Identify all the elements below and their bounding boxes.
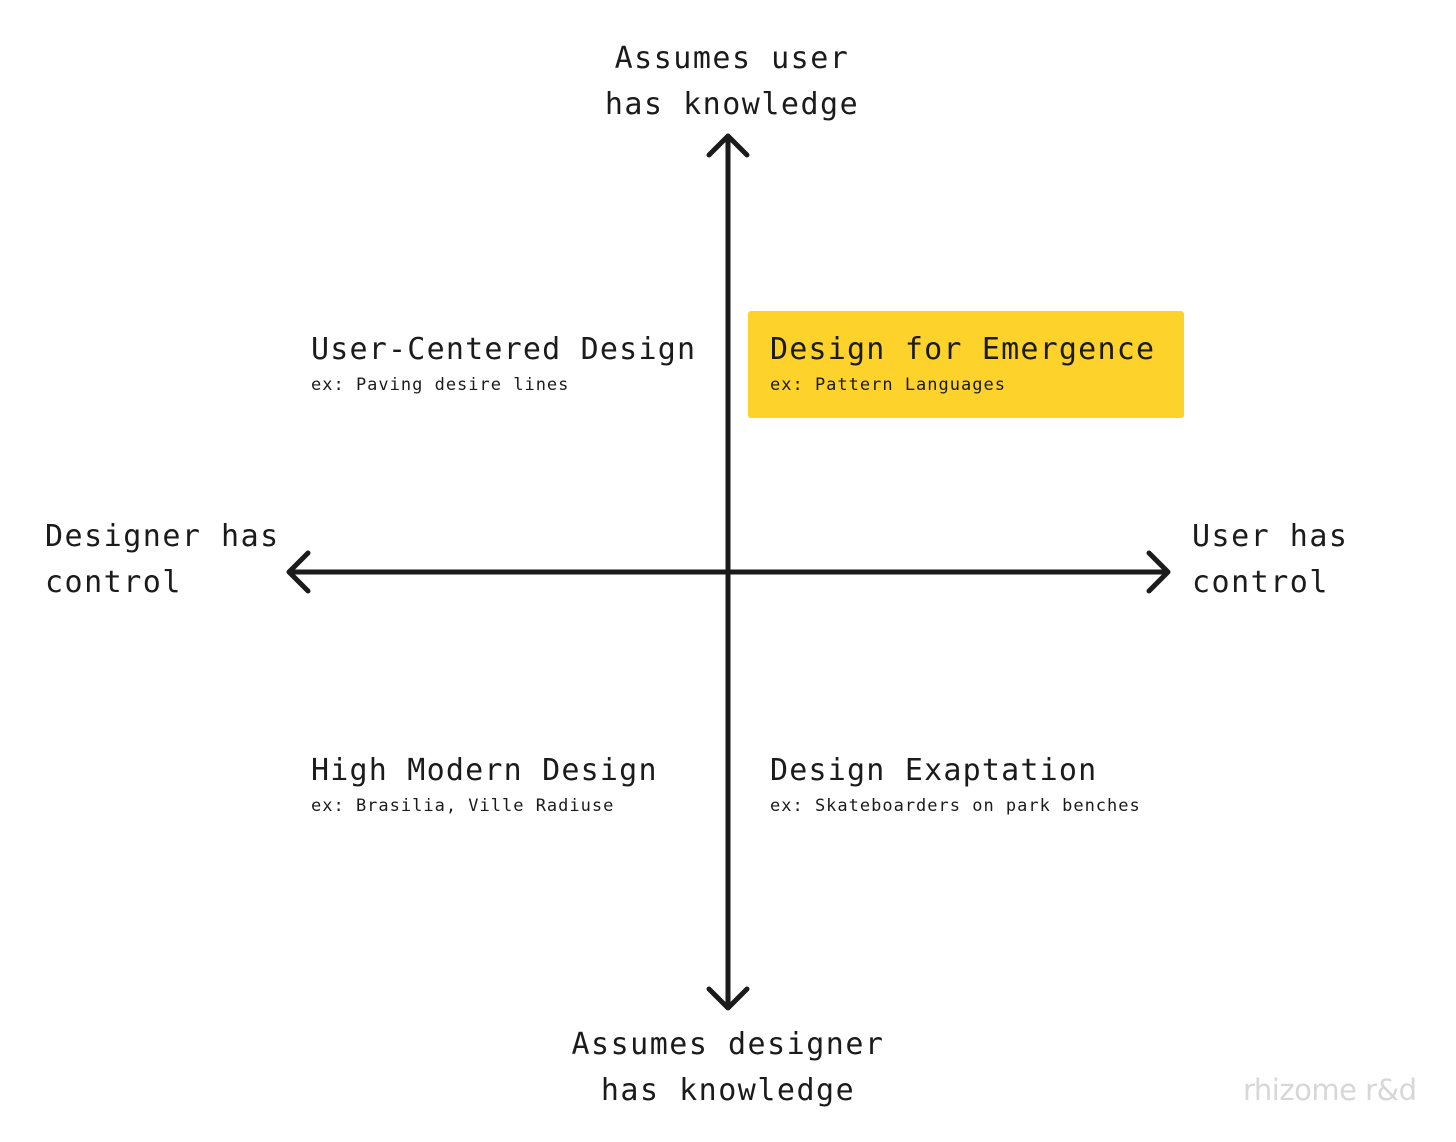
axis-label-top-line1: Assumes user	[614, 41, 850, 76]
quadrant-example: ex: Pattern Languages	[770, 375, 1006, 395]
axis-label-right-line1: User has	[1192, 519, 1349, 554]
quadrant-example: ex: Skateboarders on park benches	[770, 796, 1141, 816]
axis-label-left-line1: Designer has	[45, 519, 280, 554]
quadrant-top-left: User-Centered Design ex: Paving desire l…	[311, 332, 696, 396]
quadrant-title: High Modern Design	[311, 753, 658, 788]
quadrant-example: ex: Paving desire lines	[311, 375, 570, 395]
axis-label-left-line2: control	[45, 565, 182, 600]
axis-label-left: Designer has control	[45, 514, 280, 606]
axis-label-bottom: Assumes designer has knowledge	[478, 1022, 978, 1114]
quadrant-title: Design for Emergence	[770, 332, 1156, 367]
quadrant-example: ex: Brasilia, Ville Radiuse	[311, 796, 615, 816]
axis-label-bottom-line1: Assumes designer	[571, 1027, 885, 1062]
quadrant-title: User-Centered Design	[311, 332, 697, 367]
watermark: rhizome r&d	[1243, 1073, 1417, 1107]
axis-label-top: Assumes user has knowledge	[532, 36, 932, 128]
quadrant-top-right-highlight: Design for Emergence ex: Pattern Languag…	[748, 311, 1184, 418]
axis-label-bottom-line2: has knowledge	[600, 1073, 856, 1108]
axis-label-top-line2: has knowledge	[604, 87, 860, 122]
quadrant-title: Design Exaptation	[770, 753, 1098, 788]
quadrant-bottom-left: High Modern Design ex: Brasilia, Ville R…	[311, 753, 658, 817]
quadrant-bottom-right: Design Exaptation ex: Skateboarders on p…	[770, 753, 1141, 817]
axis-label-right-line2: control	[1192, 565, 1329, 600]
axis-label-right: User has control	[1192, 514, 1349, 606]
